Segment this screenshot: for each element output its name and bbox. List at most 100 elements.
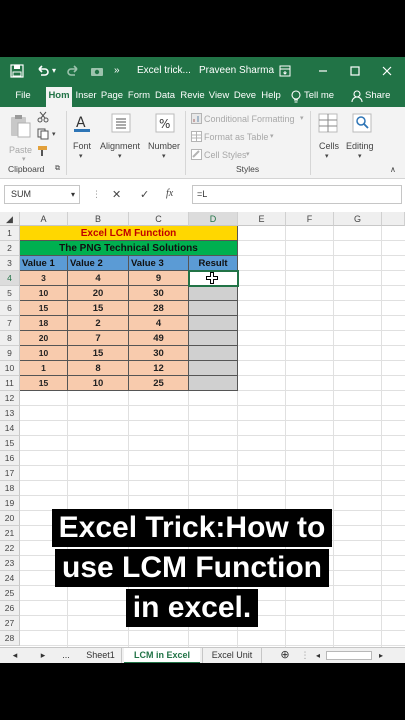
sheet-tab-sheet1[interactable]: Sheet1 bbox=[80, 648, 122, 663]
row-header[interactable]: 10 bbox=[0, 361, 20, 376]
row-header[interactable]: 3 bbox=[0, 256, 20, 271]
data-cell[interactable]: 7 bbox=[68, 331, 129, 346]
column-header[interactable]: B bbox=[68, 212, 129, 226]
camera-icon[interactable] bbox=[90, 64, 104, 78]
data-cell[interactable]: 20 bbox=[68, 286, 129, 301]
format-painter-icon[interactable] bbox=[37, 145, 49, 157]
header-cell-result[interactable]: Result bbox=[189, 256, 238, 271]
tab-developer[interactable]: Deve bbox=[232, 85, 258, 107]
row-header[interactable]: 21 bbox=[0, 526, 20, 541]
share-button[interactable]: Share bbox=[365, 85, 395, 107]
result-cell[interactable] bbox=[189, 286, 238, 301]
quick-access-more[interactable]: » bbox=[114, 57, 120, 85]
copy-dropdown-icon[interactable]: ▾ bbox=[52, 130, 56, 138]
cell-styles-dropdown-icon[interactable]: ▾ bbox=[246, 150, 250, 158]
result-cell[interactable] bbox=[189, 331, 238, 346]
number-dropdown-icon[interactable]: ▾ bbox=[162, 152, 166, 160]
cut-icon[interactable] bbox=[37, 111, 49, 123]
editing-group-label[interactable]: Editing bbox=[346, 141, 374, 151]
user-name[interactable]: Praveen Sharma bbox=[199, 57, 274, 85]
cell-styles-icon[interactable] bbox=[191, 149, 202, 160]
result-cell[interactable] bbox=[189, 316, 238, 331]
paste-dropdown-icon[interactable]: ▾ bbox=[22, 155, 26, 163]
row-header[interactable]: 4 bbox=[0, 271, 20, 286]
data-cell[interactable]: 10 bbox=[20, 286, 68, 301]
data-cell[interactable]: 30 bbox=[129, 346, 189, 361]
row-header[interactable]: 5 bbox=[0, 286, 20, 301]
tab-splitter-icon[interactable]: ⋮ bbox=[300, 648, 310, 663]
ribbon-display-icon[interactable] bbox=[278, 64, 292, 78]
editing-dropdown-icon[interactable]: ▾ bbox=[358, 152, 362, 160]
data-cell[interactable]: 20 bbox=[20, 331, 68, 346]
number-group-label[interactable]: Number bbox=[148, 141, 180, 151]
close-icon[interactable] bbox=[380, 64, 394, 78]
font-group-label[interactable]: Font bbox=[73, 141, 91, 151]
data-cell[interactable]: 2 bbox=[68, 316, 129, 331]
prev-sheet-icon[interactable]: ◂ bbox=[8, 648, 22, 663]
data-cell[interactable]: 3 bbox=[20, 271, 68, 286]
result-cell[interactable] bbox=[189, 301, 238, 316]
tab-formulas[interactable]: Form bbox=[126, 85, 152, 107]
column-header[interactable]: F bbox=[286, 212, 334, 226]
row-header[interactable]: 22 bbox=[0, 541, 20, 556]
tab-help[interactable]: Help bbox=[259, 85, 283, 107]
sheet-title-cell[interactable]: Excel LCM Function bbox=[20, 226, 238, 241]
undo-icon[interactable] bbox=[36, 64, 50, 78]
tab-data[interactable]: Data bbox=[153, 85, 177, 107]
paste-icon[interactable] bbox=[8, 113, 32, 139]
cancel-entry-icon[interactable]: ✕ bbox=[112, 188, 121, 201]
tab-review[interactable]: Revie bbox=[179, 85, 206, 107]
result-cell[interactable] bbox=[189, 361, 238, 376]
redo-icon[interactable] bbox=[66, 64, 80, 78]
search-icon[interactable] bbox=[352, 113, 372, 133]
column-header[interactable]: A bbox=[20, 212, 68, 226]
minimize-icon[interactable] bbox=[316, 64, 330, 78]
data-cell[interactable]: 4 bbox=[68, 271, 129, 286]
undo-dropdown-icon[interactable]: ▾ bbox=[52, 57, 56, 85]
row-header[interactable]: 15 bbox=[0, 436, 20, 451]
cells-icon[interactable] bbox=[318, 113, 338, 133]
row-header[interactable]: 6 bbox=[0, 301, 20, 316]
select-all-corner[interactable]: ◢ bbox=[0, 212, 20, 226]
row-header[interactable]: 13 bbox=[0, 406, 20, 421]
row-header[interactable]: 12 bbox=[0, 391, 20, 406]
column-header[interactable]: G bbox=[334, 212, 382, 226]
row-header[interactable]: 19 bbox=[0, 496, 20, 511]
data-cell[interactable]: 1 bbox=[20, 361, 68, 376]
data-cell[interactable]: 15 bbox=[20, 376, 68, 391]
data-cell[interactable]: 15 bbox=[68, 346, 129, 361]
sheet-subtitle-cell[interactable]: The PNG Technical Solutions bbox=[20, 241, 238, 256]
cell-styles-label[interactable]: Cell Styles bbox=[204, 150, 247, 160]
formula-bar-grip-icon[interactable]: ⋮ bbox=[92, 189, 101, 200]
row-header[interactable]: 26 bbox=[0, 601, 20, 616]
conditional-formatting-icon[interactable] bbox=[191, 113, 202, 124]
insert-function-icon[interactable]: fx bbox=[166, 188, 173, 199]
row-header[interactable]: 27 bbox=[0, 616, 20, 631]
row-header[interactable]: 20 bbox=[0, 511, 20, 526]
tab-file[interactable]: File bbox=[8, 85, 38, 107]
format-as-table-dropdown-icon[interactable]: ▾ bbox=[270, 132, 274, 140]
row-header[interactable]: 8 bbox=[0, 331, 20, 346]
header-cell-value-1[interactable]: Value 1 bbox=[20, 256, 68, 271]
horizontal-scrollbar[interactable] bbox=[326, 651, 372, 660]
maximize-icon[interactable] bbox=[348, 64, 362, 78]
header-cell-value-3[interactable]: Value 3 bbox=[129, 256, 189, 271]
tell-me-search[interactable]: Tell me bbox=[304, 85, 336, 107]
name-box[interactable]: SUM ▾ bbox=[4, 185, 80, 204]
data-cell[interactable]: 10 bbox=[20, 346, 68, 361]
data-cell[interactable]: 30 bbox=[129, 286, 189, 301]
column-header[interactable]: C bbox=[129, 212, 189, 226]
sheet-tab-lcm-in-excel[interactable]: LCM in Excel bbox=[124, 648, 200, 663]
data-cell[interactable]: 15 bbox=[20, 301, 68, 316]
more-sheets-left[interactable]: ... bbox=[58, 648, 74, 663]
row-header[interactable]: 16 bbox=[0, 451, 20, 466]
row-header[interactable]: 18 bbox=[0, 481, 20, 496]
name-box-dropdown-icon[interactable]: ▾ bbox=[71, 186, 75, 203]
header-cell-value-2[interactable]: Value 2 bbox=[68, 256, 129, 271]
scroll-left-icon[interactable]: ◂ bbox=[313, 648, 323, 663]
data-cell[interactable]: 18 bbox=[20, 316, 68, 331]
formula-input[interactable]: =L bbox=[192, 185, 402, 204]
data-cell[interactable]: 4 bbox=[129, 316, 189, 331]
result-cell[interactable] bbox=[189, 376, 238, 391]
row-header[interactable]: 28 bbox=[0, 631, 20, 646]
